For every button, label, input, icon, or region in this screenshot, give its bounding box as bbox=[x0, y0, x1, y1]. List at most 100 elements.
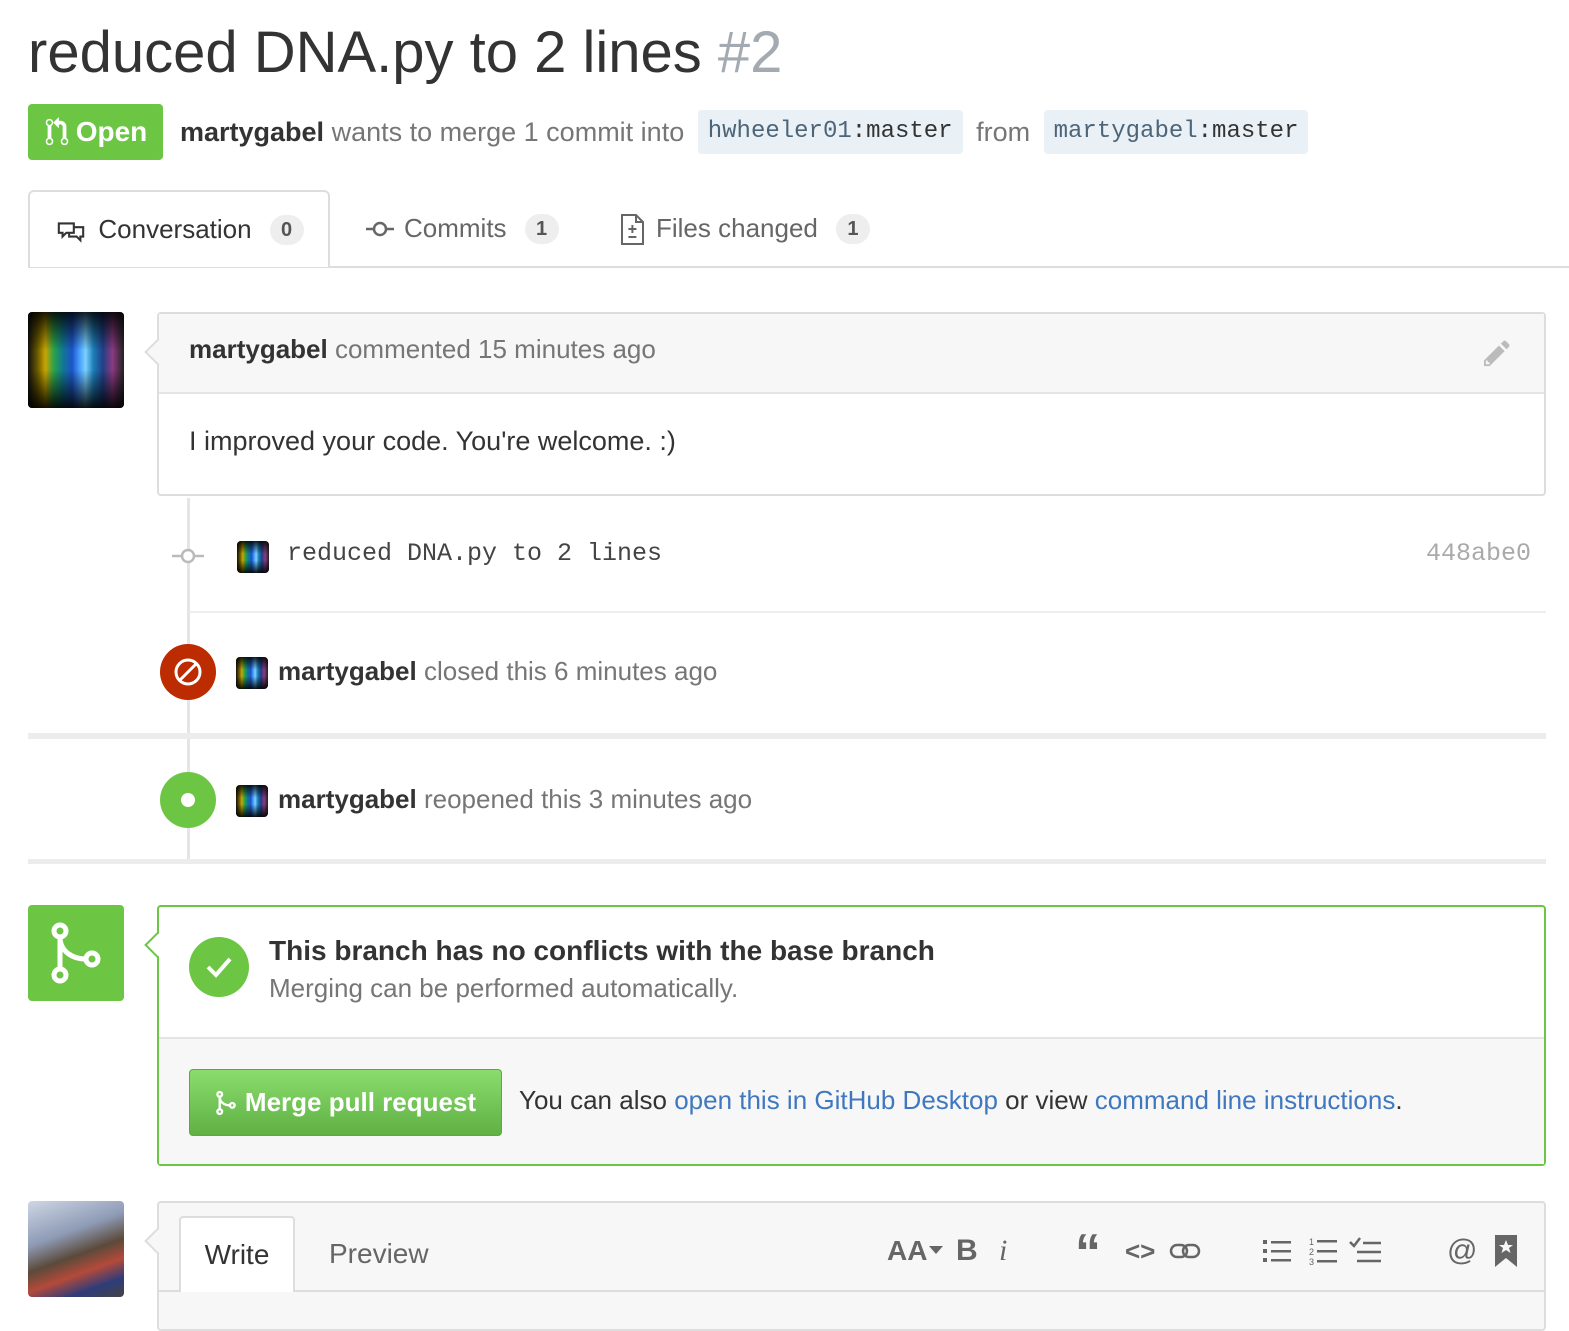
tab-files-label: Files changed bbox=[656, 213, 818, 243]
commit-message-link[interactable]: reduced DNA.py to 2 lines bbox=[287, 539, 662, 568]
closed-state-circle bbox=[160, 644, 216, 700]
merge-status-title: This branch has no conflicts with the ba… bbox=[269, 935, 935, 966]
reopened-event-text: reopened this 3 minutes ago bbox=[423, 784, 753, 814]
merge-status-subtitle: Merging can be performed automatically. bbox=[269, 973, 739, 1003]
saved-replies-button[interactable] bbox=[1495, 1231, 1517, 1271]
merge-hint-prefix: You can also bbox=[519, 1085, 667, 1115]
new-comment-editor: Write Preview AA B i “ <> 1 2 3 @ bbox=[157, 1201, 1546, 1331]
code-button[interactable]: <> bbox=[1125, 1231, 1155, 1271]
text-size-icon: AA bbox=[887, 1235, 928, 1266]
reopener-avatar[interactable] bbox=[236, 785, 268, 817]
italic-icon: i bbox=[999, 1234, 1008, 1267]
merge-hint-middle: or view bbox=[1005, 1085, 1088, 1115]
commenter-avatar[interactable] bbox=[28, 312, 124, 408]
tab-write[interactable]: Write bbox=[179, 1216, 295, 1292]
git-merge-icon bbox=[51, 922, 101, 984]
reopened-event-author[interactable]: martygabel bbox=[278, 784, 417, 814]
file-diff-icon bbox=[621, 213, 644, 245]
reopened-state-circle bbox=[160, 772, 216, 828]
bookmark-icon bbox=[1495, 1235, 1517, 1267]
link-icon bbox=[1169, 1243, 1201, 1259]
list-unordered-icon bbox=[1263, 1240, 1291, 1262]
merge-status: This branch has no conflicts with the ba… bbox=[159, 907, 1544, 1039]
comment-timestamp: commented 15 minutes ago bbox=[334, 334, 656, 364]
bold-icon: B bbox=[956, 1234, 978, 1267]
pr-author-link[interactable]: martygabel bbox=[180, 117, 324, 147]
comment-meta: martygabel commented 15 minutes ago bbox=[189, 334, 656, 365]
tab-conversation[interactable]: Conversation 0 bbox=[28, 190, 330, 267]
tab-commits[interactable]: Commits 1 bbox=[366, 190, 559, 267]
merge-box: This branch has no conflicts with the ba… bbox=[157, 905, 1546, 1166]
mention-icon: @ bbox=[1447, 1234, 1478, 1267]
svg-text:1: 1 bbox=[1309, 1237, 1314, 1247]
quote-button[interactable]: “ bbox=[1075, 1224, 1101, 1282]
comment-body: I improved your code. You're welcome. :) bbox=[189, 426, 676, 456]
bold-button[interactable]: B bbox=[956, 1231, 978, 1271]
comment-box: martygabel commented 15 minutes ago I im… bbox=[157, 312, 1546, 496]
command-line-instructions-link[interactable]: command line instructions bbox=[1095, 1085, 1396, 1115]
write-tab-label: Write bbox=[204, 1239, 270, 1270]
circle-slash-icon bbox=[174, 658, 202, 686]
tab-commits-count: 1 bbox=[524, 213, 559, 244]
merge-check-circle bbox=[189, 937, 249, 997]
code-icon: <> bbox=[1125, 1235, 1156, 1266]
merge-button-label: Merge pull request bbox=[244, 1087, 477, 1117]
pr-number: #2 bbox=[717, 20, 783, 85]
comment-author-link[interactable]: martygabel bbox=[189, 334, 328, 364]
head-ref[interactable]: martygabel:master bbox=[1043, 110, 1309, 154]
quote-icon: “ bbox=[1075, 1224, 1101, 1282]
triangle-down-icon bbox=[929, 1246, 944, 1254]
git-merge-icon bbox=[216, 1090, 236, 1115]
tasklist-icon bbox=[1349, 1237, 1381, 1263]
list-ordered-icon: 1 2 3 bbox=[1309, 1237, 1337, 1266]
tab-preview[interactable]: Preview bbox=[329, 1238, 429, 1270]
tab-conversation-label: Conversation bbox=[98, 214, 252, 244]
from-text: from bbox=[976, 117, 1031, 147]
pr-title-text: reduced DNA.py to 2 lines bbox=[28, 20, 702, 85]
primitive-dot-icon bbox=[181, 793, 195, 807]
merge-actions: Merge pull request You can also open thi… bbox=[159, 1039, 1544, 1164]
mention-button[interactable]: @ bbox=[1447, 1231, 1477, 1271]
commit-divider bbox=[190, 611, 1546, 613]
merge-description: wants to merge 1 commit into bbox=[331, 117, 685, 147]
task-list-button[interactable] bbox=[1349, 1231, 1381, 1271]
merge-status-icon-box bbox=[28, 905, 124, 1001]
base-user: hwheeler01 bbox=[707, 118, 852, 145]
head-user: martygabel bbox=[1053, 118, 1198, 145]
closed-section-divider bbox=[28, 733, 1546, 739]
closer-avatar[interactable] bbox=[236, 657, 268, 689]
comment-header: martygabel commented 15 minutes ago bbox=[159, 314, 1544, 394]
timeline-end-divider bbox=[28, 859, 1546, 864]
reopened-event: martygabel reopened this 3 minutes ago bbox=[278, 784, 752, 815]
base-ref[interactable]: hwheeler01:master bbox=[697, 110, 963, 154]
commit-author-avatar[interactable] bbox=[237, 541, 269, 573]
commit-sha-link[interactable]: 448abe0 bbox=[1426, 539, 1531, 568]
closed-event: martygabel closed this 6 minutes ago bbox=[278, 656, 717, 687]
closed-event-author[interactable]: martygabel bbox=[278, 656, 417, 686]
state-label: Open bbox=[75, 116, 148, 147]
closed-event-text: closed this 6 minutes ago bbox=[423, 656, 718, 686]
preview-tab-label: Preview bbox=[329, 1238, 429, 1269]
unordered-list-button[interactable] bbox=[1263, 1231, 1291, 1271]
merge-hint: You can also open this in GitHub Desktop… bbox=[519, 1085, 1403, 1116]
pull-request-icon bbox=[45, 117, 68, 146]
header-text-button[interactable]: AA bbox=[887, 1231, 944, 1271]
open-in-desktop-link[interactable]: open this in GitHub Desktop bbox=[674, 1085, 998, 1115]
current-user-avatar[interactable] bbox=[28, 1201, 124, 1297]
commit-node-icon bbox=[172, 548, 204, 564]
tab-conversation-count: 0 bbox=[269, 214, 304, 245]
head-branch: :master bbox=[1197, 118, 1299, 145]
pr-merge-meta: martygabel wants to merge 1 commit into … bbox=[180, 110, 1314, 154]
svg-text:3: 3 bbox=[1309, 1257, 1314, 1266]
ordered-list-button[interactable]: 1 2 3 bbox=[1309, 1231, 1337, 1271]
svg-text:2: 2 bbox=[1309, 1247, 1314, 1257]
check-icon bbox=[206, 957, 232, 978]
comment-discussion-icon bbox=[58, 221, 85, 243]
tab-commits-label: Commits bbox=[404, 213, 507, 243]
link-button[interactable] bbox=[1169, 1231, 1201, 1271]
italic-button[interactable]: i bbox=[999, 1231, 1007, 1271]
tab-files-changed[interactable]: Files changed 1 bbox=[620, 190, 870, 267]
base-branch: :master bbox=[851, 118, 953, 145]
pencil-icon[interactable] bbox=[1484, 338, 1514, 368]
merge-pull-request-button[interactable]: Merge pull request bbox=[189, 1069, 502, 1136]
